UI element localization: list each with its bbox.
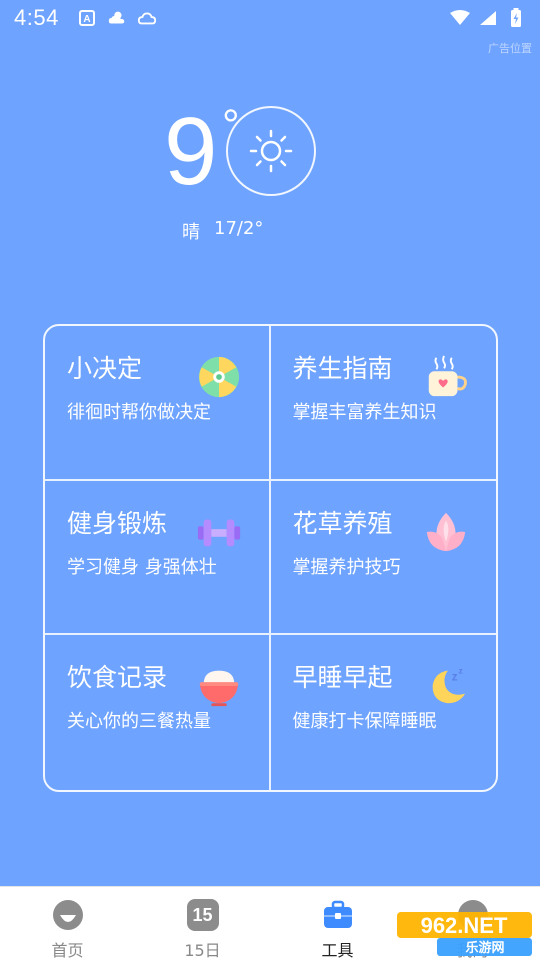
tool-card-fitness[interactable]: 健身锻炼 学习健身 身强体壮	[45, 480, 271, 636]
svg-text:z: z	[452, 672, 458, 684]
home-icon	[52, 900, 83, 930]
moon-icon: z z	[432, 666, 466, 704]
tea-cup-icon	[428, 355, 467, 397]
battery-icon	[506, 8, 526, 28]
nav-label: 首页	[51, 941, 84, 960]
nav-item-home[interactable]: 首页	[0, 887, 135, 961]
temperature-value: 9	[164, 98, 218, 205]
dumbbell-icon	[197, 519, 240, 547]
watermark-logo: 962.NET 乐游网	[397, 912, 532, 956]
status-system-icons	[450, 8, 526, 28]
tool-subtitle: 掌握丰富养生知识	[292, 402, 437, 423]
watermark-sub: 乐游网	[465, 940, 504, 956]
status-bar: 4:54 A	[0, 0, 540, 36]
tools-grid: 小决定 徘徊时帮你做决定 养生指南 掌握丰富养生知识 健身锻炼 学习健身 身强体…	[43, 324, 498, 792]
wheel-icon	[198, 356, 239, 398]
lotus-icon	[426, 512, 466, 551]
svg-text:A: A	[83, 14, 90, 25]
svg-text:z: z	[458, 666, 462, 676]
tool-card-sleep[interactable]: 早睡早起 健康打卡保障睡眠 z z	[271, 635, 497, 790]
tool-card-health-guide[interactable]: 养生指南 掌握丰富养生知识	[270, 326, 496, 481]
tool-subtitle: 关心你的三餐热量	[67, 711, 211, 733]
wifi-icon	[450, 8, 470, 28]
status-time: 4:54	[14, 5, 59, 30]
nav-label: 工具	[321, 941, 354, 960]
nav-item-tools[interactable]: 工具	[270, 887, 405, 961]
nav-item-15-days[interactable]: 15 15日	[135, 887, 270, 961]
weather-temp-range: 17/2°	[214, 218, 264, 239]
weather-description: 晴 17/2°	[182, 218, 263, 244]
weather-cloud-sun-icon	[107, 8, 127, 28]
cloud-outline-icon	[137, 8, 157, 28]
tool-card-plants[interactable]: 花草养殖 掌握养护技巧	[270, 481, 496, 636]
calendar-icon: 15	[186, 899, 219, 931]
tool-subtitle: 健康打卡保障睡眠	[292, 711, 437, 733]
weather-condition: 晴	[182, 222, 200, 243]
tool-subtitle: 徘徊时帮你做决定	[67, 402, 211, 423]
sun-icon	[249, 129, 293, 173]
nav-label: 15日	[184, 941, 221, 960]
status-notification-icons: A	[77, 8, 157, 28]
tool-subtitle: 学习健身 身强体壮	[67, 556, 217, 578]
app-a-icon: A	[77, 8, 97, 28]
weather-widget[interactable]: 9 ° 晴 17/2°	[160, 100, 360, 250]
toolbox-icon	[323, 900, 352, 928]
tool-card-decision[interactable]: 小决定 徘徊时帮你做决定	[45, 326, 271, 481]
signal-icon	[478, 8, 498, 28]
tool-subtitle: 掌握养护技巧	[292, 556, 401, 578]
tool-card-diet[interactable]: 饮食记录 关心你的三餐热量	[45, 635, 271, 790]
watermark-brand: 962.NET	[421, 913, 508, 938]
rice-bowl-icon	[199, 670, 238, 707]
ad-placeholder-text: 广告位置	[488, 42, 532, 55]
